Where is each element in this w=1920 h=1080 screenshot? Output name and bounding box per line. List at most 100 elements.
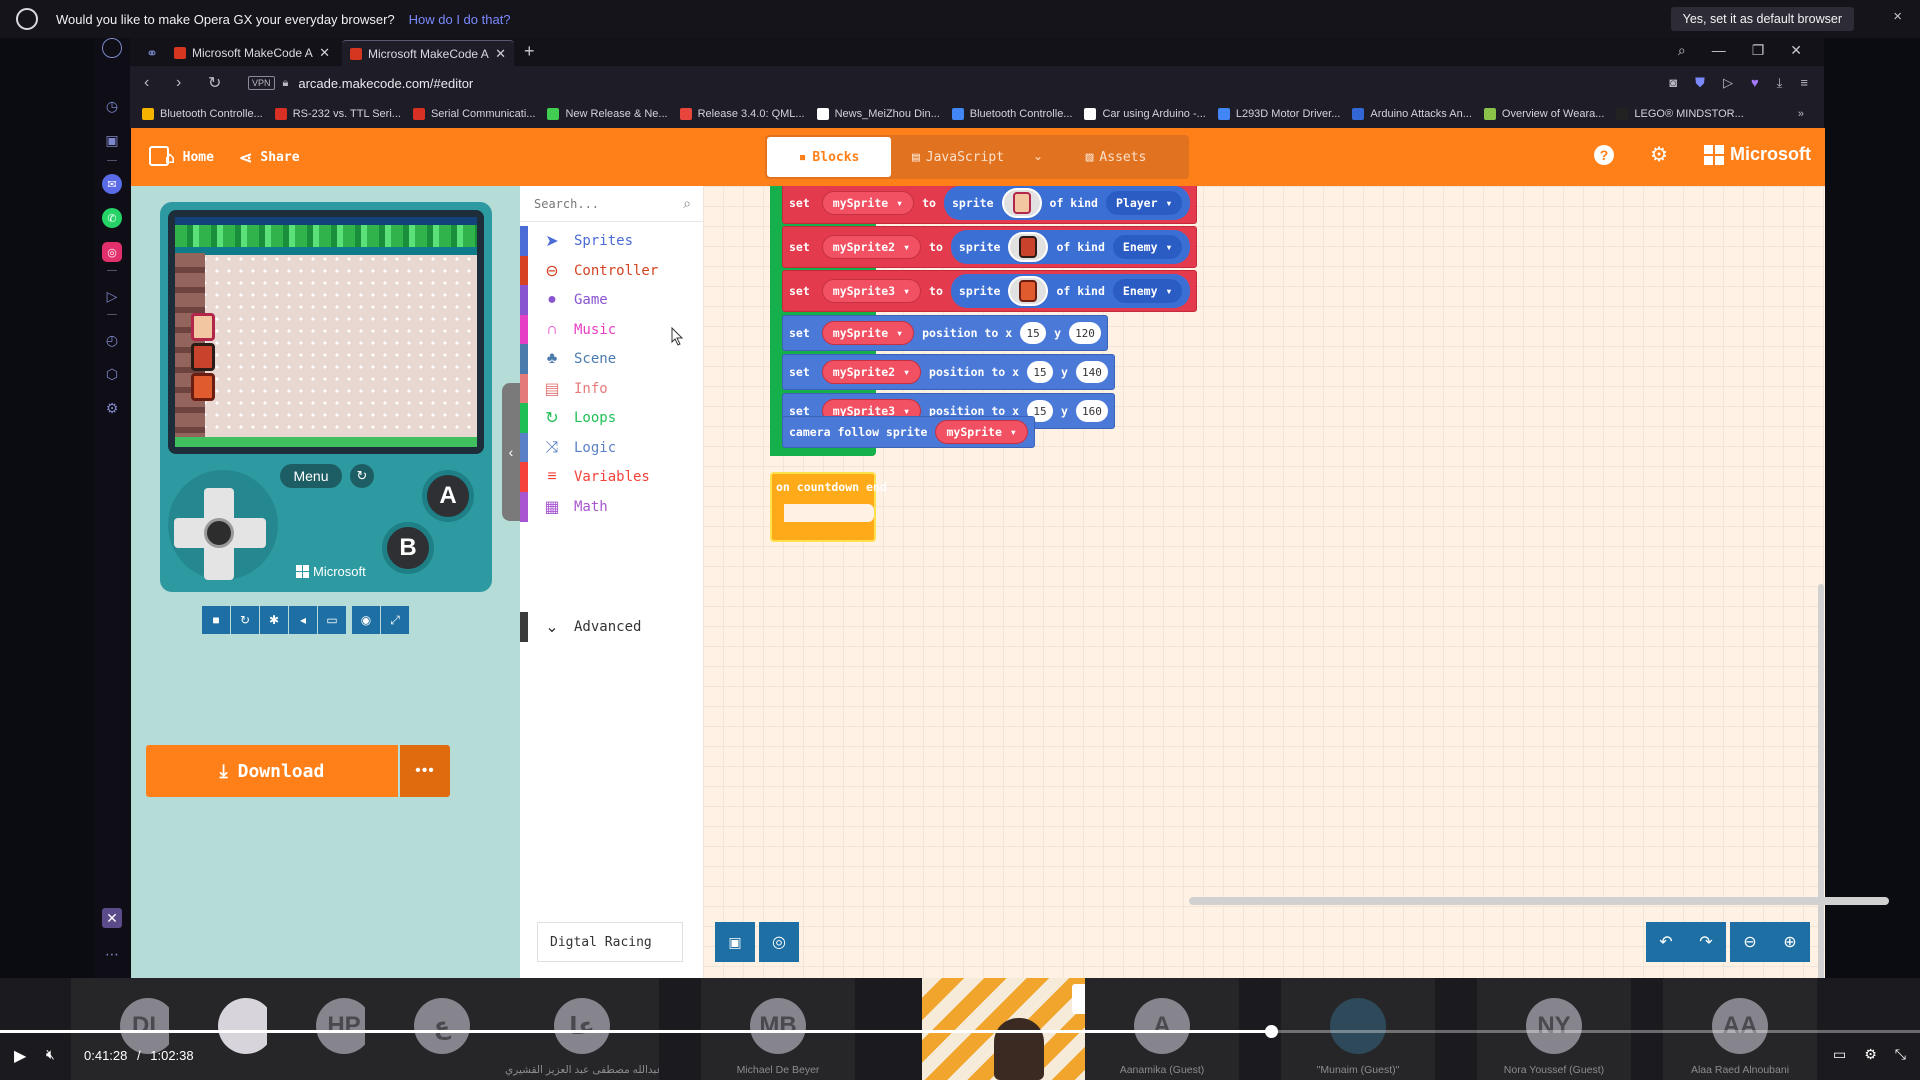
toolbox-category-math[interactable]: ▦ Math bbox=[520, 491, 703, 522]
opera-help-link[interactable]: How do I do that? bbox=[409, 12, 511, 27]
game-simulator[interactable]: Menu ↻ A B Microsoft bbox=[160, 202, 492, 592]
bookmark-item[interactable]: Serial Communicati... bbox=[412, 108, 535, 120]
shield-icon[interactable]: ⛊ bbox=[1695, 75, 1705, 91]
toolbox-category-logic[interactable]: ⤨ Logic bbox=[520, 432, 703, 463]
y-value-input[interactable]: 120 bbox=[1069, 322, 1101, 344]
collapse-simulator-chevron-left-icon[interactable]: ‹ bbox=[502, 383, 520, 521]
redo-icon[interactable]: ↷ bbox=[1686, 922, 1726, 962]
toolbox-category-loops[interactable]: ↻ Loops bbox=[520, 403, 703, 433]
sprite-of-kind-block[interactable]: sprite of kind Player ▾ bbox=[943, 186, 1191, 220]
history-icon[interactable]: ◴ bbox=[102, 330, 122, 350]
help-icon[interactable]: ? bbox=[1594, 144, 1615, 165]
bookmark-item[interactable]: LEGO® MINDSTOR... bbox=[1616, 108, 1744, 120]
y-value-input[interactable]: 140 bbox=[1075, 361, 1108, 383]
extensions-icon[interactable]: ⬡ bbox=[102, 364, 122, 384]
toolbox-category-scene[interactable]: ♣ Scene bbox=[520, 344, 703, 374]
stop-icon[interactable]: ■ bbox=[202, 606, 230, 634]
bookmark-item[interactable]: Arduino Attacks An... bbox=[1352, 108, 1472, 120]
search-icon[interactable]: ⌕ bbox=[683, 195, 691, 212]
sprite-image-picker[interactable] bbox=[1008, 232, 1049, 262]
simulator-restart-icon[interactable]: ↻ bbox=[350, 464, 374, 488]
download-icon[interactable]: ⤓ bbox=[1777, 75, 1783, 91]
blocks-workspace[interactable]: set mySprite ▾ to sprite of kind Player ▾ set myS… bbox=[703, 186, 1825, 978]
bookmark-item[interactable]: Bluetooth Controlle... bbox=[951, 108, 1072, 120]
sprite-of-kind-block[interactable]: sprite of kind Enemy ▾ bbox=[950, 274, 1191, 308]
zoom-in-icon[interactable]: ⊕ bbox=[1770, 922, 1810, 962]
kind-dropdown[interactable]: Enemy ▾ bbox=[1112, 235, 1183, 259]
progress-knob[interactable] bbox=[1265, 1025, 1279, 1038]
screenshot-icon[interactable]: ◉ bbox=[352, 606, 380, 634]
settings-icon[interactable]: ⚙ bbox=[1650, 142, 1668, 167]
toolbox-advanced[interactable]: ⌄ Advanced bbox=[520, 612, 703, 642]
new-tab-button[interactable]: + bbox=[524, 41, 535, 62]
microsoft-logo[interactable]: Microsoft bbox=[1704, 144, 1811, 165]
camera-follow-block[interactable]: camera follow sprite mySprite ▾ bbox=[782, 416, 1035, 448]
variable-dropdown[interactable]: mySprite ▾ bbox=[821, 321, 915, 345]
opera-menu-icon[interactable] bbox=[102, 38, 122, 58]
bookmark-item[interactable]: Release 3.4.0: QML... bbox=[679, 108, 805, 120]
play-icon[interactable]: ▶ bbox=[14, 1046, 26, 1066]
bookmark-item[interactable]: New Release & Ne... bbox=[547, 108, 668, 120]
set-sprite-block[interactable]: set mySprite ▾ to sprite of kind Player ▾ bbox=[782, 186, 1198, 224]
download-button[interactable]: ⤓ Download bbox=[146, 745, 398, 797]
vertical-scrollbar[interactable] bbox=[1818, 584, 1824, 984]
lock-icon[interactable]: 🔒︎ bbox=[283, 77, 289, 90]
search-icon[interactable]: ⌕ bbox=[1678, 42, 1686, 59]
zoom-out-icon[interactable]: ⊖ bbox=[1730, 922, 1770, 962]
tab-menu-icon[interactable]: ⚭ bbox=[142, 43, 162, 63]
home-button[interactable]: ⌂ Home bbox=[165, 148, 214, 167]
bookmarks-overflow-icon[interactable]: » bbox=[1798, 108, 1804, 120]
set-sprite-block[interactable]: set mySprite3 ▾ to sprite of kind Enemy ▾ bbox=[782, 270, 1198, 312]
sprite-image-picker[interactable] bbox=[1001, 188, 1042, 218]
y-value-input[interactable]: 160 bbox=[1075, 400, 1108, 422]
a-button[interactable]: A bbox=[422, 470, 474, 522]
chevron-down-icon[interactable]: ⌄ bbox=[1033, 149, 1043, 163]
mute-icon[interactable]: 🔇︎ bbox=[46, 1046, 55, 1063]
url-field[interactable]: arcade.makecode.com/#editor bbox=[298, 76, 473, 91]
window-close-icon[interactable]: ✕ bbox=[1790, 42, 1802, 59]
menu-lines-icon[interactable]: ≡ bbox=[1800, 75, 1808, 91]
instagram-icon[interactable]: ◎ bbox=[102, 242, 122, 262]
close-icon[interactable]: × bbox=[1893, 8, 1902, 25]
toolbox-search[interactable]: Search... ⌕ bbox=[520, 186, 703, 222]
horizontal-scrollbar[interactable] bbox=[1189, 897, 1889, 905]
variable-dropdown[interactable]: mySprite ▾ bbox=[821, 191, 915, 215]
settings-icon[interactable]: ⚙ bbox=[1864, 1046, 1877, 1063]
save-icon[interactable]: ▣ bbox=[715, 922, 755, 962]
bookmark-item[interactable]: Bluetooth Controlle... bbox=[142, 108, 263, 120]
toolbox-search-input[interactable]: Search... bbox=[534, 197, 599, 211]
bookmark-item[interactable]: RS-232 vs. TTL Seri... bbox=[274, 108, 401, 120]
minimize-player-icon[interactable]: ⤡ bbox=[1895, 1046, 1906, 1063]
heart-icon[interactable]: ♥ bbox=[1751, 75, 1759, 91]
bookmark-item[interactable]: Overview of Weara... bbox=[1483, 108, 1604, 120]
set-position-block[interactable]: set mySprite2 ▾ position to x 15 y 140 bbox=[782, 354, 1115, 390]
download-more-button[interactable]: ••• bbox=[400, 745, 450, 797]
bookmark-item[interactable]: L293D Motor Driver... bbox=[1217, 108, 1340, 120]
tab-close-icon[interactable]: ✕ bbox=[319, 45, 330, 61]
kind-dropdown[interactable]: Player ▾ bbox=[1105, 191, 1183, 215]
toolbox-category-sprites[interactable]: ➤ Sprites bbox=[520, 226, 703, 256]
keyboard-icon[interactable]: ▭ bbox=[318, 606, 346, 634]
toolbox-category-info[interactable]: ▤ Info bbox=[520, 373, 703, 404]
toolbox-category-controller[interactable]: ⊖ Controller bbox=[520, 255, 703, 286]
back-icon[interactable]: ‹ bbox=[144, 74, 162, 92]
simulator-menu-button[interactable]: Menu bbox=[280, 464, 342, 488]
tab-makecode-2[interactable]: Microsoft MakeCode Arcade ✕ bbox=[342, 40, 514, 66]
undo-icon[interactable]: ↶ bbox=[1646, 922, 1686, 962]
bookmark-item[interactable]: Car using Arduino -... bbox=[1084, 108, 1206, 120]
b-button[interactable]: B bbox=[382, 522, 434, 574]
debug-bug-icon[interactable]: ✱ bbox=[260, 606, 288, 634]
variable-dropdown[interactable]: mySprite2 ▾ bbox=[821, 235, 922, 259]
x-value-input[interactable]: 15 bbox=[1020, 322, 1047, 344]
set-sprite-block[interactable]: set mySprite2 ▾ to sprite of kind Enemy ▾ bbox=[782, 226, 1198, 268]
minimize-icon[interactable]: — bbox=[1712, 42, 1726, 59]
speed-dial-icon[interactable]: ◷ bbox=[102, 96, 122, 116]
github-icon[interactable]: ◎ bbox=[759, 922, 799, 962]
restart-icon[interactable]: ↻ bbox=[231, 606, 259, 634]
sprite-of-kind-block[interactable]: sprite of kind Enemy ▾ bbox=[950, 230, 1191, 264]
gx-corner-icon[interactable]: ▣ bbox=[102, 130, 122, 150]
simulator-screen[interactable] bbox=[175, 217, 477, 447]
video-progress-bar[interactable] bbox=[0, 1025, 1920, 1038]
send-icon[interactable]: ▷ bbox=[1723, 75, 1733, 91]
player-icon[interactable]: ▷ bbox=[102, 286, 122, 306]
